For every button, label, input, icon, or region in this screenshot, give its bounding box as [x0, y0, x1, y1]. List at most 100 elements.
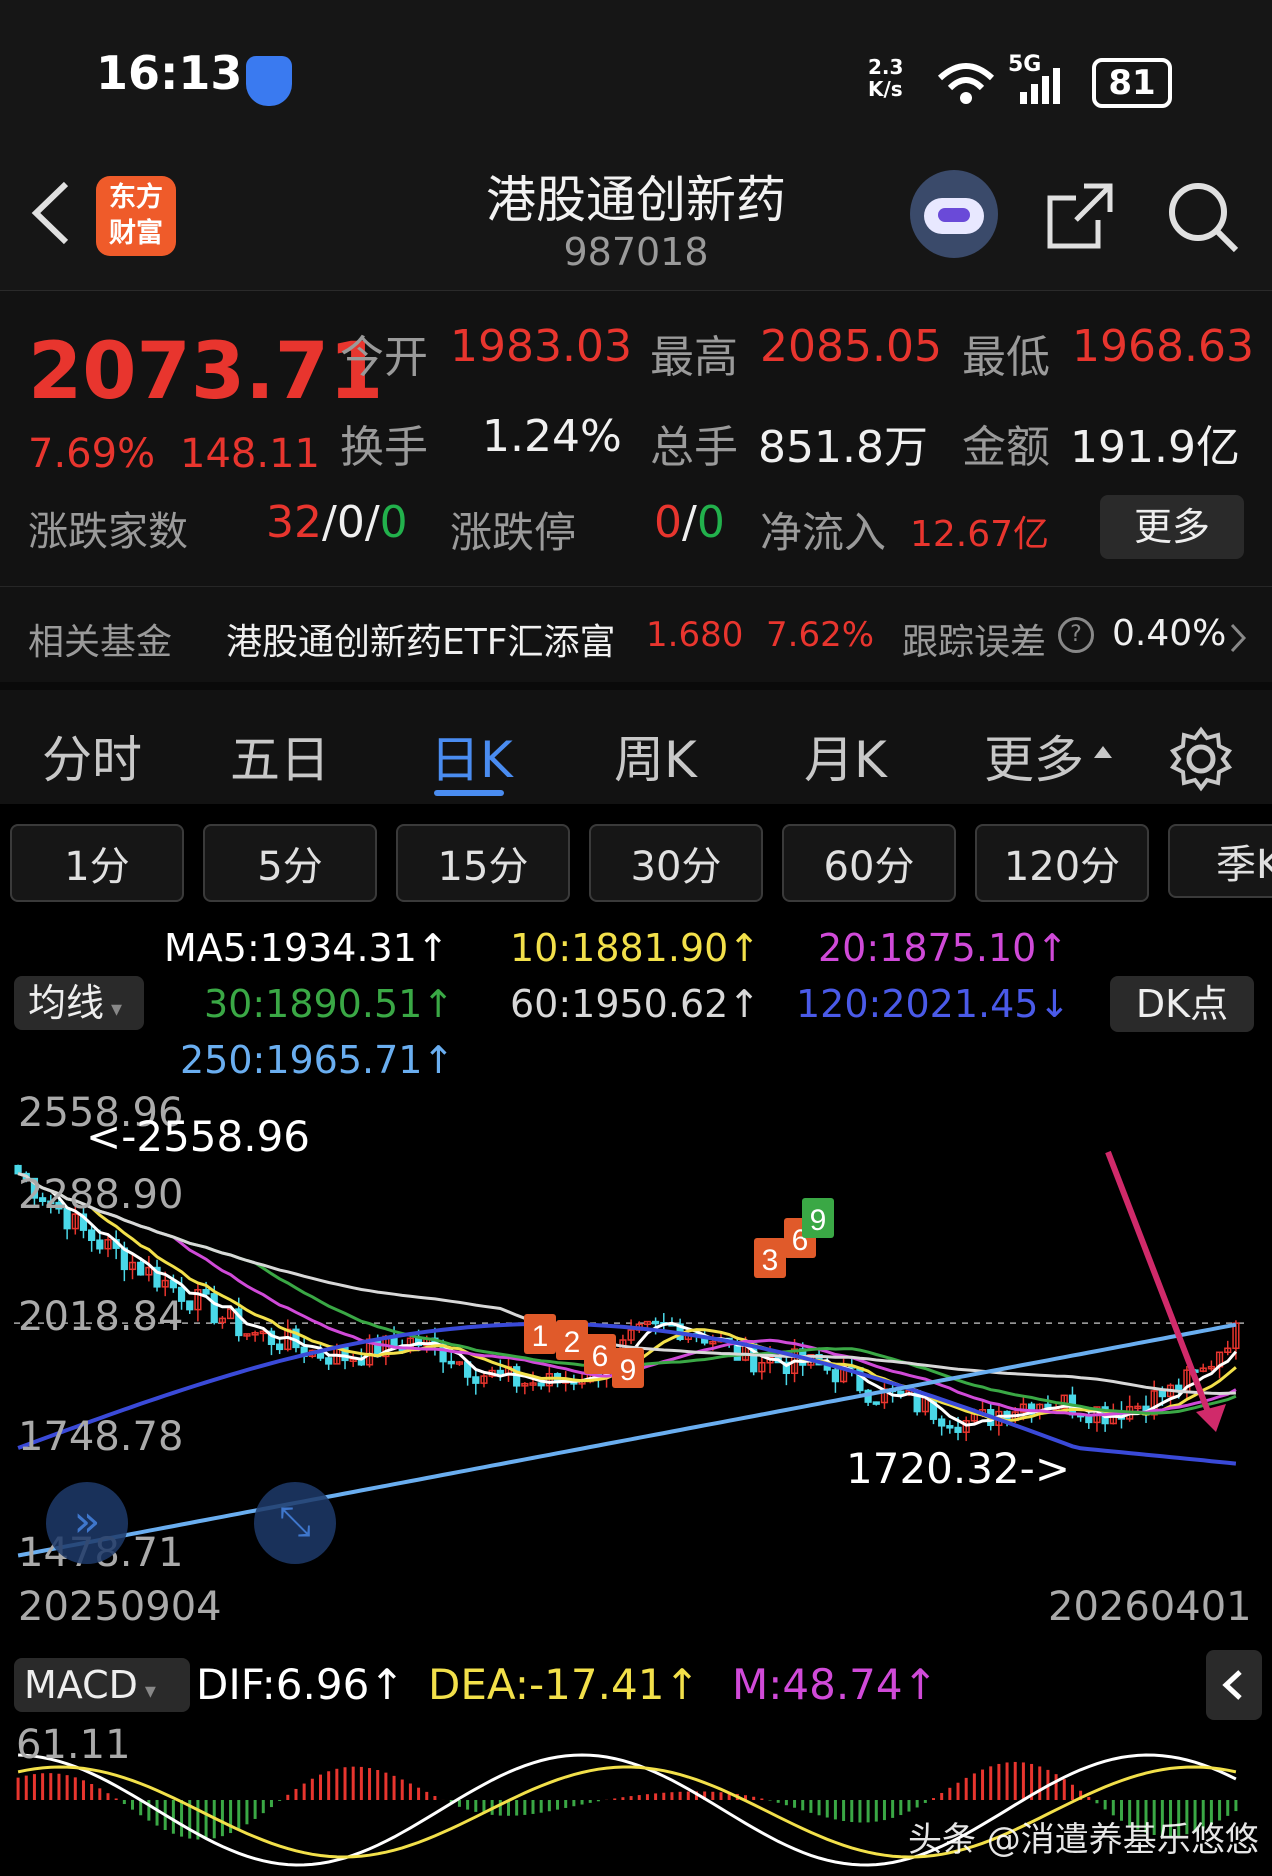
- ma-legend: MA5:1934.31↑ 10:1881.90↑ 20:1875.10↑ 均线 …: [0, 914, 1272, 1090]
- battery-icon: 81: [1092, 58, 1172, 108]
- candle-body: [1158, 1390, 1166, 1398]
- ma120-value: 120:2021.45↓: [796, 982, 1071, 1026]
- y-tick-2: 2018.84: [18, 1294, 184, 1340]
- chevron-right-icon[interactable]: [1228, 621, 1248, 655]
- change-pct: 7.69%: [28, 431, 156, 477]
- kline-chart[interactable]: 1269369 2558.96 2288.90 2018.84 1748.78 …: [0, 1090, 1272, 1576]
- fund-label: 相关基金: [28, 622, 173, 663]
- low-label: 最低: [962, 332, 1050, 383]
- high-value: 2085.05: [760, 321, 942, 372]
- kline-svg[interactable]: 1 2 6 9369: [0, 1090, 1272, 1576]
- quarter-k-button[interactable]: 季K: [1168, 824, 1272, 898]
- ma5-value: MA5:1934.31↑: [164, 926, 449, 970]
- wifi-icon: [937, 63, 995, 104]
- tab-weekly-k[interactable]: 周K: [614, 720, 697, 792]
- tracking-error-value: 0.40%: [1112, 613, 1227, 654]
- watermark: 头条 @消遣养基乐悠悠: [908, 1820, 1259, 1860]
- ma20-value: 20:1875.10↑: [818, 926, 1069, 970]
- dk-button[interactable]: DK点: [1110, 976, 1254, 1032]
- limit-label: 涨跌停: [450, 508, 577, 557]
- candle-body: [202, 1289, 210, 1295]
- caret-up-icon: [1094, 746, 1112, 758]
- expand-icon[interactable]: ⤡: [254, 1482, 336, 1564]
- candle-body: [447, 1360, 455, 1365]
- turnover-label: 换手: [340, 422, 428, 473]
- fund-name[interactable]: 港股通创新药ETF汇添富: [226, 613, 615, 665]
- td-marker-label: 9: [620, 1354, 637, 1387]
- more-button[interactable]: 更多: [1100, 495, 1244, 559]
- last-price: 2073.71: [28, 327, 384, 417]
- ma120-line: [17, 1321, 1237, 1466]
- status-time: 16:13: [96, 46, 243, 100]
- macd-dif: DIF:6.96↑: [196, 1660, 405, 1709]
- candle-body: [96, 1239, 104, 1250]
- limit-values: 0/0: [654, 497, 725, 548]
- candle-body: [325, 1357, 333, 1365]
- volume-label: 总手: [650, 422, 738, 473]
- candle-body: [1085, 1415, 1093, 1424]
- candle-body: [186, 1300, 194, 1311]
- minute-button-1[interactable]: 1分: [10, 824, 184, 902]
- tab-intraday[interactable]: 分时: [42, 720, 142, 792]
- candle-body: [872, 1401, 880, 1405]
- td-marker-label: 1: [532, 1320, 549, 1353]
- turnover-value: 1.24%: [482, 411, 622, 462]
- tab-more[interactable]: 更多: [984, 720, 1084, 792]
- td-marker-label: 2: [564, 1326, 581, 1359]
- search-icon[interactable]: [1164, 178, 1242, 256]
- td-marker-label: 6: [592, 1340, 609, 1373]
- minute-button-5[interactable]: 5分: [203, 824, 377, 902]
- inflow-value: 12.67亿: [910, 514, 1050, 555]
- macd-y-top: 61.11: [16, 1722, 131, 1768]
- ma60-value: 60:1950.62↑: [510, 982, 761, 1026]
- low-value: 1968.63: [1072, 321, 1254, 372]
- breadth-values: 32/0/0: [266, 497, 408, 548]
- candle-body: [938, 1418, 946, 1427]
- max-annotation: <-2558.96: [86, 1112, 311, 1161]
- tab-monthly-k[interactable]: 月K: [804, 720, 887, 792]
- candle-body: [276, 1343, 284, 1351]
- x-end-label: 20260401: [1048, 1584, 1252, 1630]
- robot-assistant-icon[interactable]: [910, 170, 998, 258]
- macd-dea: DEA:-17.41↑: [428, 1660, 700, 1709]
- gear-icon[interactable]: [1168, 726, 1234, 792]
- annotation-arrow-line: [1105, 1150, 1215, 1424]
- fund-pct: 7.62%: [766, 615, 875, 655]
- tab-daily-k[interactable]: 日K: [430, 720, 513, 792]
- candle-body: [954, 1426, 962, 1433]
- ma30-value: 30:1890.51↑: [204, 982, 455, 1026]
- macd-selector[interactable]: MACD ▾: [14, 1658, 190, 1712]
- period-tabs: 分时 五日 日K 周K 月K 更多: [0, 682, 1272, 812]
- high-label: 最高: [650, 332, 738, 383]
- annotation-arrow-head: [1196, 1404, 1226, 1432]
- td-marker-label: 9: [810, 1204, 827, 1237]
- ma250-value: 250:1965.71↑: [180, 1038, 455, 1082]
- minute-button-30[interactable]: 30分: [589, 824, 763, 902]
- header: 东方 财富 港股通创新药 987018: [0, 150, 1272, 290]
- minute-button-60[interactable]: 60分: [782, 824, 956, 902]
- tracking-error-label: 跟踪误差: [902, 622, 1047, 663]
- candle-body: [651, 1320, 660, 1325]
- tab-five-day[interactable]: 五日: [230, 720, 330, 792]
- candle-body: [137, 1261, 145, 1276]
- minute-period-buttons: 1分 5分 15分 30分 60分 120分 季K: [0, 804, 1272, 914]
- candle-body: [831, 1369, 840, 1383]
- signal-icon: [1020, 68, 1060, 104]
- td-marker-label: 3: [762, 1244, 779, 1277]
- related-fund-row[interactable]: 相关基金 港股通创新药ETF汇添富 1.680 7.62% 跟踪误差 ? 0.4…: [0, 586, 1272, 683]
- minute-button-15[interactable]: 15分: [396, 824, 570, 902]
- collapse-panel-button[interactable]: [1206, 1650, 1262, 1720]
- shield-icon: [246, 56, 292, 106]
- minute-button-120[interactable]: 120分: [975, 824, 1149, 902]
- inflow-label: 净流入: [760, 508, 887, 557]
- fast-forward-icon[interactable]: »: [46, 1482, 128, 1564]
- volume-value: 851.8万: [758, 422, 928, 473]
- change-amount: 148.11: [180, 431, 320, 477]
- status-bar: 16:13 2.3 K/s 5G 81: [0, 0, 1272, 150]
- share-icon[interactable]: [1044, 180, 1116, 252]
- candle-body: [537, 1382, 545, 1387]
- macd-chart[interactable]: 61.11 头条 @消遣养基乐悠悠: [0, 1720, 1272, 1876]
- help-icon[interactable]: ?: [1058, 617, 1094, 653]
- net-speed: 2.3 K/s: [868, 55, 904, 101]
- ma-selector[interactable]: 均线 ▾: [14, 976, 144, 1030]
